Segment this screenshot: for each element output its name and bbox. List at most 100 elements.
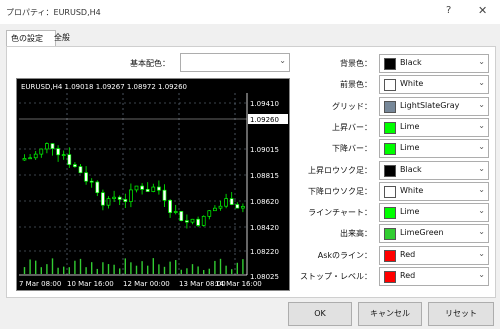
color-select[interactable]: LightSlateGray ⌄ [379,97,489,116]
candle-body [50,143,55,149]
chevron-down-icon: ⌄ [478,57,485,66]
chart-preview-canvas: 1.09260 1.09410 1.09015 1.08815 1.08620 1.084… [19,83,288,288]
chevron-down-icon: ⌄ [279,56,286,65]
color-select[interactable]: Black ⌄ [379,161,489,180]
chevron-down-icon: ⌄ [478,206,485,215]
candle-body [101,192,105,206]
color-name: White [400,186,424,195]
candle-body [224,198,228,207]
color-swatch [384,143,396,155]
color-swatch [384,122,396,134]
chevron-down-icon: ⌄ [478,185,485,194]
candle-body [106,198,111,206]
price-tick-label: 1.08815 [250,172,279,180]
candle-body [89,180,94,183]
time-tick-label: 7 Mar 08:00 [19,280,61,288]
reset-button[interactable]: リセット [428,302,494,326]
price-tick-label: 1.08220 [250,248,279,256]
candle-body [67,154,72,165]
candle-body [201,215,206,226]
candle-body [235,204,240,209]
title-bar: プロパティ：EURUSD,H4 ? ✕ [0,0,500,24]
current-price-label: 1.09260 [250,116,279,124]
candle-body [134,185,139,191]
color-select[interactable]: Red ⌄ [379,246,489,265]
setting-label: ストップ・レベル： [300,272,372,281]
chevron-down-icon: ⌄ [478,121,485,130]
color-name: LightSlateGray [400,101,460,110]
time-tick-label: 14 Mar 16:00 [215,280,262,288]
cancel-button[interactable]: キャンセル [358,302,422,326]
color-scheme-label: 基本配色： [130,59,170,68]
setting-label: Askのライン： [317,251,372,260]
time-tick-label: 10 Mar 16:00 [67,280,114,288]
color-select[interactable]: Black ⌄ [379,54,489,73]
setting-label: ラインチャート： [308,208,372,217]
ok-button[interactable]: OK [288,302,352,326]
candle-body [84,172,88,182]
candle-body [45,143,49,150]
candle-body [173,211,178,213]
color-swatch [384,207,396,219]
help-button[interactable]: ? [446,5,451,16]
candle-body [95,181,100,194]
price-tick-label: 1.09015 [250,146,279,154]
candle-body [229,198,234,205]
color-swatch [384,165,396,177]
candle-body [179,211,184,222]
color-name: Lime [400,207,420,216]
candle-body [190,218,195,223]
color-name: Black [400,58,422,67]
setting-label: 上昇バー： [332,123,372,132]
candle-body [241,206,245,209]
window-title: プロパティ：EURUSD,H4 [6,8,101,17]
candle-body [145,189,150,192]
candle-body [22,158,27,161]
chevron-down-icon: ⌄ [478,270,485,279]
chevron-down-icon: ⌄ [478,78,485,87]
color-select[interactable]: LimeGreen ⌄ [379,224,489,243]
color-select[interactable]: White ⌄ [379,75,489,94]
setting-label: 前景色： [340,80,372,89]
color-swatch [384,186,396,198]
setting-label: 背景色： [340,59,372,68]
color-select[interactable]: Lime ⌄ [379,139,489,158]
candle-body [39,148,44,155]
color-select[interactable]: Lime ⌄ [379,203,489,222]
candle-body [140,185,144,190]
candle-body [56,148,60,156]
candle-body [213,207,217,212]
color-scheme-select[interactable]: ⌄ [180,53,290,72]
color-swatch [384,101,396,113]
color-select[interactable]: Lime ⌄ [379,118,489,137]
color-select[interactable]: White ⌄ [379,182,489,201]
candle-body [78,166,83,174]
color-swatch [384,250,396,262]
color-name: LimeGreen [400,228,444,237]
time-tick-label: 12 Mar 00:00 [123,280,170,288]
color-select[interactable]: Red ⌄ [379,267,489,286]
candle-body [157,186,161,191]
chevron-down-icon: ⌄ [478,249,485,258]
candle-body [185,220,189,223]
color-swatch [384,271,396,283]
color-name: Lime [400,122,420,131]
tab-general[interactable]: 全般 [50,30,88,45]
chevron-down-icon: ⌄ [478,142,485,151]
chart-preview: 1.09260 1.09410 1.09015 1.08815 1.08620 1.084… [16,78,290,291]
color-name: Red [400,271,416,280]
candle-body [61,154,66,157]
setting-label: 下降バー： [332,144,372,153]
price-tick-label: 1.08420 [250,224,279,232]
tab-colors[interactable]: 色の設定 [6,30,56,46]
candle-body [207,210,212,217]
setting-label: グリッド： [332,102,372,111]
color-name: Black [400,165,422,174]
candle-body [168,199,172,213]
candle-body [129,189,133,202]
candle-body [73,164,77,167]
close-button[interactable]: ✕ [478,4,487,17]
color-swatch [384,58,396,70]
color-swatch [384,79,396,91]
candle-body [162,189,167,201]
